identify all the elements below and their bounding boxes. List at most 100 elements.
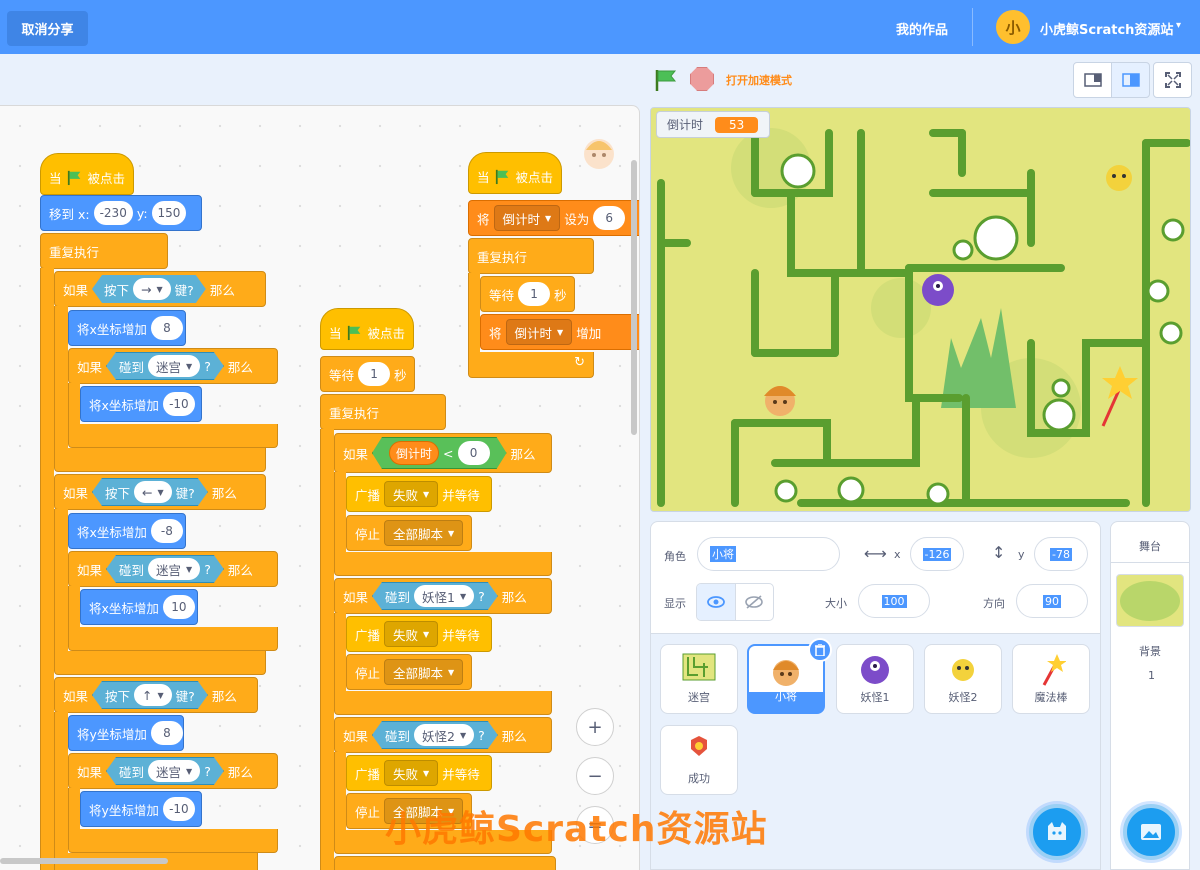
sprite-tile-maze[interactable]: 迷宫 [660, 644, 738, 714]
stop-dropdown[interactable]: 全部脚本 ▼ [384, 659, 464, 685]
touching-condition[interactable]: 碰到 迷宫 ▼ ? [106, 352, 224, 380]
message-dropdown[interactable]: 失败 ▼ [384, 481, 439, 507]
if-touch-monster1-block[interactable]: 如果 碰到 妖怪1 ▼ ? 那么 [334, 578, 552, 614]
sprite-tile-success[interactable]: 成功 [660, 725, 738, 795]
touching-condition[interactable]: 碰到 迷宫 ▼ ? [106, 555, 224, 583]
horizontal-scrollbar[interactable] [0, 858, 168, 864]
touching-condition[interactable]: 碰到 妖怪2 ▼ ? [372, 721, 498, 749]
sprite-name-field[interactable]: 小将 [697, 537, 840, 571]
sprite-tile-monster2[interactable]: 妖怪2 [924, 644, 1002, 714]
key-pressed-condition[interactable]: 按下 → ▼ 键? [92, 275, 206, 303]
y-field[interactable]: -78 [1034, 537, 1088, 571]
message-dropdown[interactable]: 失败 ▼ [384, 760, 439, 786]
key-dropdown[interactable]: ← ▼ [134, 481, 172, 503]
variable-dropdown[interactable]: 倒计时 ▼ [493, 205, 561, 231]
fullscreen-button[interactable] [1153, 62, 1192, 98]
backdrop-thumbnail[interactable] [1116, 574, 1184, 627]
forever-block[interactable]: 重复执行 [40, 233, 168, 269]
goto-y-input[interactable]: 150 [151, 201, 187, 225]
change-x-block[interactable]: 将x坐标增加 8 [68, 310, 186, 346]
x-field[interactable]: -126 [910, 537, 964, 571]
goto-xy-block[interactable]: 移到 x: -230 y: 150 [40, 195, 202, 231]
if-key-up-block[interactable]: 如果 按下 ↑ ▼ 键? 那么 [54, 677, 258, 713]
change-y-input[interactable]: -10 [162, 797, 195, 821]
key-dropdown[interactable]: → ▼ [133, 278, 171, 300]
show-button[interactable] [697, 584, 736, 620]
hide-button[interactable] [736, 584, 774, 620]
set-value-input[interactable]: 6 [593, 206, 626, 230]
if-countdown-block[interactable]: 如果 倒计时 < 0 那么 [334, 433, 552, 473]
key-pressed-condition[interactable]: 按下 ← ▼ 键? [92, 478, 208, 506]
zoom-out-button[interactable]: − [576, 757, 614, 795]
avatar[interactable]: 小 [996, 10, 1030, 44]
change-y-block[interactable]: 将y坐标增加 -10 [80, 791, 202, 827]
change-y-input[interactable]: 8 [150, 721, 183, 745]
wait-input[interactable]: 1 [518, 282, 551, 306]
when-flag-clicked-block[interactable]: 当 被点击 [468, 152, 562, 194]
goto-x-input[interactable]: -230 [93, 201, 133, 225]
stop-dropdown[interactable]: 全部脚本 ▼ [384, 520, 464, 546]
change-x-input[interactable]: 10 [162, 595, 195, 619]
lt-value-input[interactable]: 0 [458, 441, 490, 465]
if-touch-maze-block[interactable]: 如果 碰到 迷宫 ▼ ? 那么 [68, 753, 278, 789]
stage-canvas[interactable] [650, 107, 1191, 512]
touch-dropdown[interactable]: 妖怪1 ▼ [414, 585, 474, 607]
countdown-reporter[interactable]: 倒计时 [389, 441, 439, 465]
when-flag-clicked-block[interactable]: 当 被点击 [320, 308, 414, 350]
broadcast-wait-block[interactable]: 广播 失败 ▼ 并等待 [346, 476, 492, 512]
visibility-toggle[interactable] [696, 583, 774, 621]
if-touch-maze-block[interactable]: 如果 碰到 迷宫 ▼ ? 那么 [68, 551, 278, 587]
change-x-input[interactable]: 8 [150, 316, 183, 340]
forever-block[interactable]: 重复执行 [468, 238, 594, 274]
touching-condition[interactable]: 碰到 妖怪1 ▼ ? [372, 582, 498, 610]
change-x-block[interactable]: 将x坐标增加 10 [80, 589, 198, 625]
stop-block[interactable]: 停止 全部脚本 ▼ [346, 515, 472, 551]
if-key-left-block[interactable]: 如果 按下 ← ▼ 键? 那么 [54, 474, 266, 510]
touching-condition[interactable]: 碰到 迷宫 ▼ ? [106, 757, 224, 785]
wait-block[interactable]: 等待 1 秒 [320, 356, 415, 392]
sprite-tile-monster1[interactable]: 妖怪1 [836, 644, 914, 714]
vertical-scrollbar[interactable] [631, 160, 637, 435]
sprite-tile-wand[interactable]: 魔法棒 [1012, 644, 1090, 714]
add-backdrop-button[interactable] [1123, 804, 1179, 860]
touch-dropdown[interactable]: 妖怪2 ▼ [414, 724, 474, 746]
small-stage-button[interactable] [1073, 62, 1112, 98]
broadcast-wait-block[interactable]: 广播 失败 ▼ 并等待 [346, 755, 492, 791]
change-x-block[interactable]: 将x坐标增加 -8 [68, 513, 186, 549]
delete-sprite-button[interactable] [808, 638, 832, 662]
code-workspace[interactable]: 当 被点击 移到 x: -230 y: 150 重复执行 如果 按下 → ▼ 键?… [0, 105, 640, 870]
change-x-block[interactable]: 将x坐标增加 -10 [80, 386, 202, 422]
touch-dropdown[interactable]: 迷宫 ▼ [148, 355, 200, 377]
stop-button[interactable] [690, 67, 714, 91]
change-variable-block[interactable]: 将 倒计时 ▼ 增加 [480, 314, 639, 350]
message-dropdown[interactable]: 失败 ▼ [384, 621, 439, 647]
zoom-in-button[interactable]: + [576, 708, 614, 746]
set-variable-block[interactable]: 将 倒计时 ▼ 设为 6 [468, 200, 639, 236]
forever-block[interactable]: 重复执行 [320, 394, 446, 430]
touch-dropdown[interactable]: 迷宫 ▼ [148, 760, 200, 782]
key-dropdown[interactable]: ↑ ▼ [134, 684, 172, 706]
wait-block[interactable]: 等待 1 秒 [480, 276, 575, 312]
broadcast-wait-block[interactable]: 广播 失败 ▼ 并等待 [346, 616, 492, 652]
if-block-partial[interactable] [334, 856, 556, 870]
key-pressed-condition[interactable]: 按下 ↑ ▼ 键? [92, 681, 208, 709]
less-than-condition[interactable]: 倒计时 < 0 [372, 437, 507, 469]
turbo-mode-toggle[interactable]: 打开加速模式 [726, 72, 792, 88]
change-y-block[interactable]: 将y坐标增加 8 [68, 715, 184, 751]
chevron-down-icon[interactable]: ▾ [1176, 20, 1181, 31]
my-works-link[interactable]: 我的作品 [896, 19, 948, 38]
direction-field[interactable]: 90 [1016, 584, 1088, 618]
if-touch-monster2-block[interactable]: 如果 碰到 妖怪2 ▼ ? 那么 [334, 717, 552, 753]
when-flag-clicked-block[interactable]: 当 被点击 [40, 153, 134, 195]
stop-block[interactable]: 停止 全部脚本 ▼ [346, 654, 472, 690]
if-touch-maze-block[interactable]: 如果 碰到 迷宫 ▼ ? 那么 [68, 348, 278, 384]
normal-stage-button[interactable] [1111, 62, 1150, 98]
countdown-monitor[interactable]: 倒计时 53 [656, 111, 770, 138]
size-field[interactable]: 100 [858, 584, 930, 618]
green-flag-icon[interactable] [654, 68, 680, 92]
add-sprite-button[interactable] [1029, 804, 1085, 860]
change-x-input[interactable]: -8 [150, 519, 183, 543]
if-key-right-block[interactable]: 如果 按下 → ▼ 键? 那么 [54, 271, 266, 307]
username-label[interactable]: 小虎鲸Scratch资源站 [1040, 19, 1173, 38]
variable-dropdown[interactable]: 倒计时 ▼ [505, 319, 573, 345]
